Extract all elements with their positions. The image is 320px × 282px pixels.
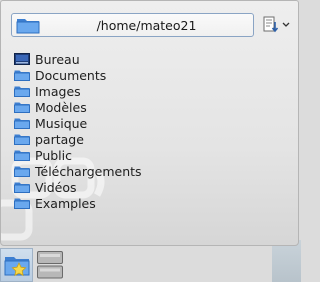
folder-icon: [14, 182, 30, 193]
panel-background: [66, 248, 272, 282]
list-item[interactable]: Images: [14, 83, 142, 99]
tab-devices[interactable]: [35, 248, 65, 282]
folder-icon: [14, 70, 30, 81]
file-name: Vidéos: [35, 179, 77, 195]
list-item[interactable]: Modèles: [14, 99, 142, 115]
folder-icon: [14, 118, 30, 129]
folder-favorites-icon: [4, 257, 29, 277]
folder-icon: [14, 86, 30, 97]
list-item[interactable]: partage: [14, 131, 142, 147]
file-name: Images: [35, 83, 81, 99]
folder-icon: [14, 198, 30, 209]
file-name: Documents: [35, 67, 107, 83]
sort-button[interactable]: [259, 13, 293, 37]
folder-view-popup: /home/mateo21 Bureau Documents Images Mo…: [0, 0, 299, 246]
list-item[interactable]: Examples: [14, 195, 142, 211]
chevron-down-icon: [282, 22, 289, 27]
file-name: Bureau: [35, 51, 80, 67]
list-item[interactable]: Public: [14, 147, 142, 163]
folder-icon: [14, 102, 30, 113]
list-item[interactable]: Bureau: [14, 51, 142, 67]
folder-icon: [14, 134, 30, 145]
drives-icon: [37, 251, 63, 279]
file-name: Public: [35, 147, 72, 163]
file-name: partage: [35, 131, 84, 147]
file-name: Examples: [35, 195, 96, 211]
list-item[interactable]: Téléchargements: [14, 163, 142, 179]
folder-icon: [14, 150, 30, 161]
list-item[interactable]: Musique: [14, 115, 142, 131]
file-name: Modèles: [35, 99, 87, 115]
current-path: /home/mateo21: [96, 18, 197, 33]
file-name: Musique: [35, 115, 88, 131]
sort-descending-icon: [263, 16, 278, 33]
desktop-folder-icon: [14, 53, 30, 65]
file-name: Téléchargements: [35, 163, 142, 179]
list-item[interactable]: Documents: [14, 67, 142, 83]
file-list: Bureau Documents Images Modèles Musique …: [14, 51, 142, 211]
path-bar[interactable]: /home/mateo21: [11, 13, 254, 37]
tab-places[interactable]: [0, 248, 33, 282]
folder-icon: [16, 19, 40, 34]
desktop-background: [272, 240, 301, 282]
folder-icon: [14, 166, 30, 177]
list-item[interactable]: Vidéos: [14, 179, 142, 195]
